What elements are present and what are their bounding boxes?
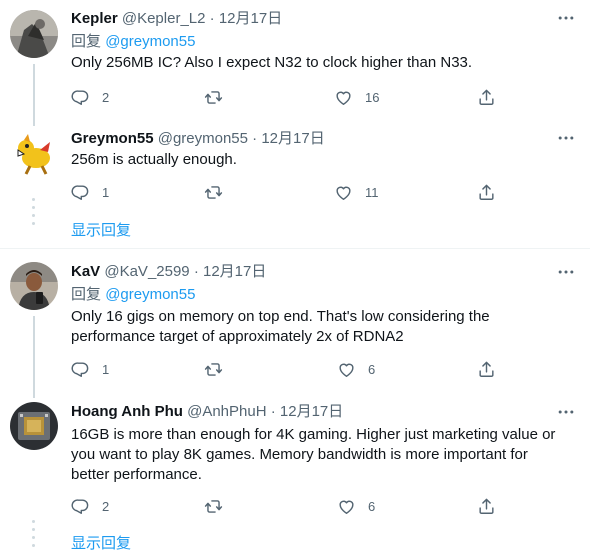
display-name[interactable]: Greymon55 (71, 130, 154, 147)
tweet-actions: 1 11 (71, 182, 501, 202)
like-button[interactable]: 11 (334, 182, 379, 202)
like-count: 6 (368, 498, 376, 514)
reply-button[interactable]: 2 (71, 87, 109, 107)
separator-dot: · (209, 10, 215, 27)
like-button[interactable]: 6 (337, 359, 375, 379)
reply-count: 2 (102, 498, 110, 514)
reply-to: 回复 @greymon55 (71, 285, 195, 305)
user-handle[interactable]: @Kepler_L2 (122, 10, 206, 27)
avatar[interactable] (10, 10, 58, 58)
more-icon[interactable] (556, 8, 576, 28)
reply-mention-link[interactable]: @greymon55 (105, 286, 195, 303)
tweet-actions: 2 6 (71, 496, 501, 516)
separator-dot: · (252, 130, 258, 147)
reply-label: 回复 (71, 33, 102, 50)
reply-mention-link[interactable]: @greymon55 (105, 33, 195, 50)
share-icon (477, 88, 496, 107)
retweet-icon (204, 360, 223, 379)
avatar[interactable] (10, 402, 58, 450)
reply-icon (71, 183, 90, 202)
separator-dot: · (193, 263, 199, 280)
share-icon (477, 360, 496, 379)
thread-separator (0, 248, 590, 249)
more-icon[interactable] (556, 262, 576, 282)
timestamp[interactable]: 12月17日 (280, 403, 343, 420)
heart-icon (334, 183, 353, 202)
tweet-hoang-anh-phu[interactable]: Hoang Anh Phu @AnhPhuH · 12月17日 16GB is … (0, 402, 590, 560)
tweet-kav[interactable]: KaV @KaV_2599 · 12月17日 回复 @greymon55 Onl… (0, 262, 590, 398)
like-count: 16 (365, 89, 380, 105)
display-name[interactable]: Kepler (71, 10, 118, 27)
show-replies-link[interactable]: 显示回复 (71, 534, 131, 554)
reply-button[interactable]: 1 (71, 359, 109, 379)
reply-count: 1 (102, 361, 110, 377)
more-replies-dots (32, 198, 36, 230)
heart-icon (334, 88, 353, 107)
share-button[interactable] (477, 182, 496, 202)
tweet-text: 256m is actually enough. (71, 151, 237, 168)
retweet-button[interactable] (204, 496, 235, 516)
tweet-header: Hoang Anh Phu @AnhPhuH · 12月17日 (71, 402, 343, 422)
reply-icon (71, 360, 90, 379)
tweet-actions: 1 6 (71, 359, 501, 379)
retweet-icon (204, 497, 223, 516)
reply-to: 回复 @greymon55 (71, 32, 195, 52)
share-button[interactable] (477, 87, 496, 107)
timestamp[interactable]: 12月17日 (219, 10, 282, 27)
reply-count: 1 (102, 184, 110, 200)
user-handle[interactable]: @greymon55 (158, 130, 248, 147)
more-replies-dots (32, 520, 36, 552)
more-icon[interactable] (556, 402, 576, 422)
more-icon[interactable] (556, 128, 576, 148)
avatar[interactable] (10, 262, 58, 310)
retweet-icon (204, 88, 223, 107)
share-button[interactable] (477, 359, 496, 379)
reply-label: 回复 (71, 286, 102, 303)
share-button[interactable] (477, 496, 496, 516)
user-handle[interactable]: @AnhPhuH (187, 403, 266, 420)
thread-line (33, 316, 35, 398)
show-replies-link[interactable]: 显示回复 (71, 221, 131, 241)
tweet-text: 16GB is more than enough for 4K gaming. … (71, 426, 556, 483)
reply-button[interactable]: 1 (71, 182, 109, 202)
retweet-button[interactable] (204, 359, 235, 379)
avatar[interactable] (10, 130, 58, 178)
reply-icon (71, 88, 90, 107)
timestamp[interactable]: 12月17日 (203, 263, 266, 280)
like-button[interactable]: 16 (334, 87, 379, 107)
tweet-text: Only 256MB IC? Also I expect N32 to cloc… (71, 54, 473, 71)
user-handle[interactable]: @KaV_2599 (104, 263, 189, 280)
display-name[interactable]: Hoang Anh Phu (71, 403, 183, 420)
reply-count: 2 (102, 89, 110, 105)
tweet-header: Kepler @Kepler_L2 · 12月17日 (71, 9, 282, 29)
tweet-actions: 2 16 (71, 87, 501, 107)
tweet-header: KaV @KaV_2599 · 12月17日 (71, 262, 266, 282)
tweet-text: Only 16 gigs on memory on top end. That'… (71, 308, 490, 345)
reply-button[interactable]: 2 (71, 496, 109, 516)
tweet-greymon55[interactable]: Greymon55 @greymon55 · 12月17日 256m is ac… (0, 128, 590, 248)
display-name[interactable]: KaV (71, 263, 100, 280)
like-count: 11 (365, 184, 379, 200)
share-icon (477, 183, 496, 202)
like-count: 6 (368, 361, 376, 377)
timestamp[interactable]: 12月17日 (261, 130, 324, 147)
separator-dot: · (270, 403, 276, 420)
heart-icon (337, 497, 356, 516)
retweet-icon (204, 183, 223, 202)
retweet-button[interactable] (204, 87, 235, 107)
reply-icon (71, 497, 90, 516)
share-icon (477, 497, 496, 516)
retweet-button[interactable] (204, 182, 235, 202)
like-button[interactable]: 6 (337, 496, 375, 516)
tweet-kepler[interactable]: Kepler @Kepler_L2 · 12月17日 回复 @greymon55… (0, 8, 590, 126)
thread-line (33, 64, 35, 126)
tweet-header: Greymon55 @greymon55 · 12月17日 (71, 129, 325, 149)
heart-icon (337, 360, 356, 379)
